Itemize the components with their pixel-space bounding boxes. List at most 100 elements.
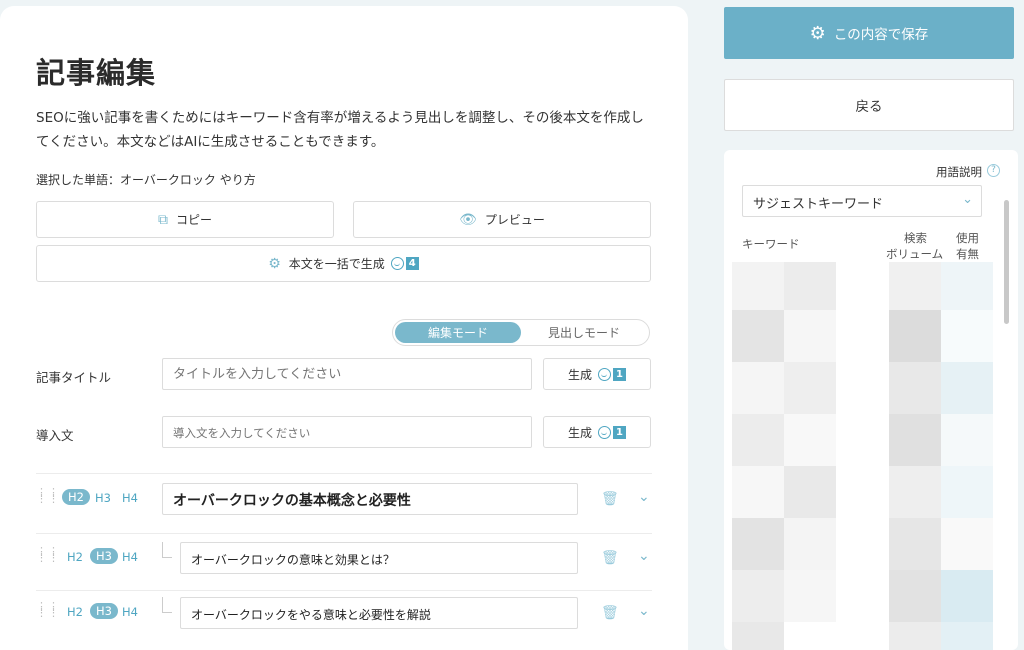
obscured-cell xyxy=(941,570,993,622)
level-h3[interactable]: H3 xyxy=(90,603,118,619)
page-title: 記事編集 xyxy=(36,56,157,90)
obscured-cell xyxy=(889,414,941,466)
obscured-cell xyxy=(732,262,784,310)
generate-title-label: 生成 xyxy=(568,367,593,382)
copy-icon: ⧉ xyxy=(157,211,168,228)
heading-input[interactable]: オーバークロックの意味と効果とは？ xyxy=(180,542,578,574)
level-h4[interactable]: H4 xyxy=(122,605,138,619)
save-button[interactable]: ⚙ この内容で保存 xyxy=(724,7,1014,59)
glossary-link[interactable]: 用語説明 xyxy=(936,164,982,180)
heading-row: ⋮⋮ ⋮⋮ H2 H3 H4 オーバークロックの基本概念と必要性 🗑 ⌄ xyxy=(36,483,652,523)
back-button[interactable]: 戻る xyxy=(724,79,1014,131)
chevron-down-icon[interactable]: ⌄ xyxy=(638,489,650,505)
credit-count: 1 xyxy=(613,367,626,381)
chevron-down-icon[interactable]: ⌄ xyxy=(638,548,650,564)
copy-label: コピー xyxy=(175,213,212,227)
heading-row: ⋮⋮ ⋮⋮ H2 H3 H4 オーバークロックの意味と効果とは？ 🗑 ⌄ xyxy=(36,542,652,582)
generate-intro-button[interactable]: 生成 1 xyxy=(543,416,651,448)
credit-badge: 4 xyxy=(390,257,419,270)
credit-badge: 1 xyxy=(598,367,626,381)
obscured-cell xyxy=(784,310,836,362)
drag-handle-icon[interactable]: ⋮⋮ ⋮⋮ xyxy=(36,601,59,624)
article-editor-card: 記事編集 SEOに強い記事を書くためにはキーワード含有率が増えるよう見出しを調整… xyxy=(0,6,688,650)
level-h2[interactable]: H2 xyxy=(67,550,83,564)
drag-handle-icon[interactable]: ⋮⋮ ⋮⋮ xyxy=(36,487,59,510)
col-volume-line1: 検索 xyxy=(904,231,927,245)
obscured-cell xyxy=(732,414,784,466)
obscured-cell xyxy=(889,362,941,414)
divider xyxy=(36,473,652,474)
obscured-cell xyxy=(732,466,784,518)
obscured-cell xyxy=(941,466,993,518)
smile-icon xyxy=(598,367,612,381)
help-icon[interactable]: ? xyxy=(987,164,1000,177)
save-label: この内容で保存 xyxy=(833,27,929,43)
chevron-down-icon[interactable]: ⌄ xyxy=(638,603,650,619)
tree-connector xyxy=(162,542,172,558)
level-h4[interactable]: H4 xyxy=(122,550,138,564)
obscured-cell xyxy=(941,518,993,570)
divider xyxy=(36,590,652,591)
bulk-generate-label: 本文を一括で生成 xyxy=(288,257,385,271)
eye-icon: 👁 xyxy=(459,211,477,228)
trash-icon[interactable]: 🗑 xyxy=(601,491,619,507)
credit-count: 4 xyxy=(405,257,419,270)
level-h4[interactable]: H4 xyxy=(122,491,138,505)
smile-icon xyxy=(390,257,404,270)
select-value: サジェストキーワード xyxy=(753,197,884,212)
obscured-cell xyxy=(732,362,784,414)
obscured-cell xyxy=(784,518,836,570)
keyword-type-select[interactable]: サジェストキーワード ⌄ xyxy=(742,185,982,217)
heading-input[interactable]: オーバークロックをやる意味と必要性を解説 xyxy=(180,597,578,629)
level-h3[interactable]: H3 xyxy=(95,491,111,505)
generate-intro-label: 生成 xyxy=(568,425,593,440)
obscured-cell xyxy=(732,622,784,650)
level-h3[interactable]: H3 xyxy=(90,548,118,564)
generate-title-button[interactable]: 生成 1 xyxy=(543,358,651,390)
trash-icon[interactable]: 🗑 xyxy=(601,605,619,621)
bulk-generate-button[interactable]: ⚙ 本文を一括で生成 4 xyxy=(36,245,651,282)
drag-handle-icon[interactable]: ⋮⋮ ⋮⋮ xyxy=(36,546,59,569)
col-used-line2: 有無 xyxy=(956,247,979,261)
col-volume-line2: ボリューム xyxy=(886,247,944,261)
obscured-cell xyxy=(889,570,941,622)
obscured-cell xyxy=(941,414,993,466)
credit-badge: 1 xyxy=(598,425,626,439)
obscured-cell xyxy=(941,310,993,362)
preview-label: プレビュー xyxy=(484,213,545,227)
copy-button[interactable]: ⧉ コピー xyxy=(36,201,334,238)
obscured-cell xyxy=(889,622,941,650)
scrollbar[interactable] xyxy=(1004,200,1009,324)
level-h2[interactable]: H2 xyxy=(62,489,90,505)
obscured-cell xyxy=(941,622,993,650)
obscured-cell xyxy=(941,262,993,310)
obscured-cell xyxy=(732,570,784,622)
obscured-cell xyxy=(889,518,941,570)
heading-input[interactable]: オーバークロックの基本概念と必要性 xyxy=(162,483,578,515)
credit-count: 1 xyxy=(613,425,626,439)
col-used-line1: 使用 xyxy=(956,231,979,245)
keyword-panel: 用語説明 ? サジェストキーワード ⌄ キーワード 検索 ボリューム 使用 有無 xyxy=(724,150,1018,650)
title-field-label: 記事タイトル xyxy=(36,370,112,385)
smile-icon xyxy=(598,425,612,439)
preview-button[interactable]: 👁 プレビュー xyxy=(353,201,651,238)
obscured-cell xyxy=(784,466,836,518)
obscured-cell xyxy=(784,570,836,622)
obscured-cell xyxy=(889,310,941,362)
obscured-cell xyxy=(889,262,941,310)
chevron-down-icon: ⌄ xyxy=(962,192,973,207)
intro-field-label: 導入文 xyxy=(36,428,74,443)
level-h2[interactable]: H2 xyxy=(67,605,83,619)
obscured-cell xyxy=(732,518,784,570)
selected-word: 選択した単語：オーバークロック やり方 xyxy=(36,173,256,187)
gear-icon: ⚙ xyxy=(268,255,281,272)
heading-mode-option[interactable]: 見出しモード xyxy=(521,322,647,343)
mode-toggle: 編集モード 見出しモード xyxy=(392,319,650,346)
edit-mode-option[interactable]: 編集モード xyxy=(395,322,521,343)
obscured-cell xyxy=(941,362,993,414)
back-label: 戻る xyxy=(855,99,883,115)
title-input[interactable] xyxy=(162,358,532,390)
intro-textarea[interactable] xyxy=(162,416,532,448)
trash-icon[interactable]: 🗑 xyxy=(601,550,619,566)
tree-connector xyxy=(162,597,172,613)
